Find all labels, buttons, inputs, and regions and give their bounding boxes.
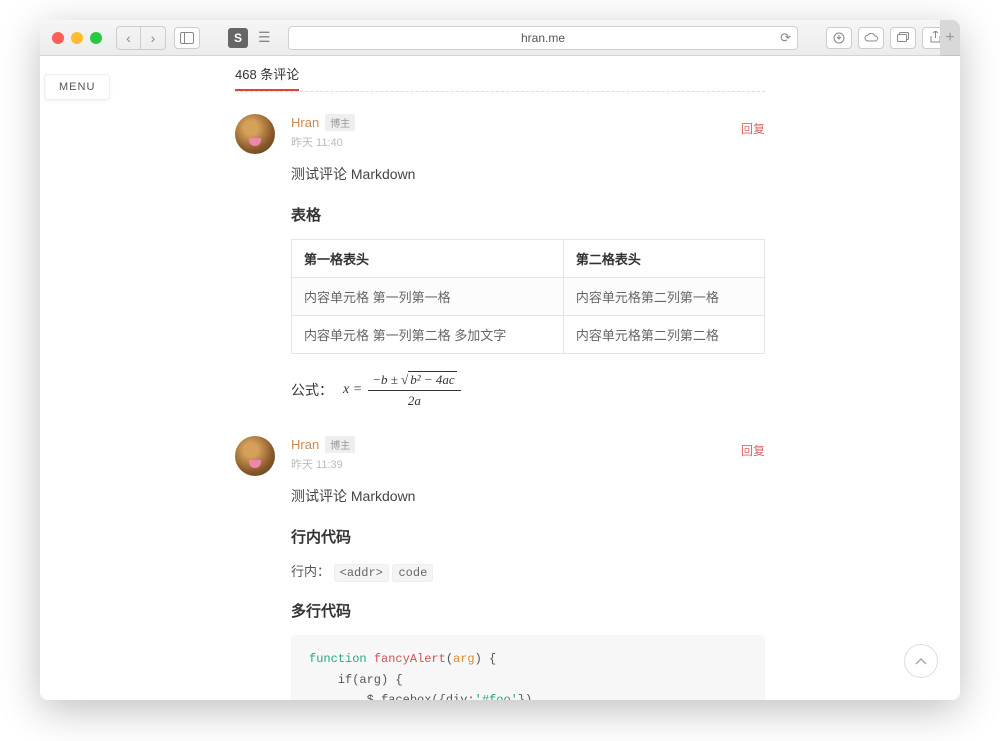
menu-button[interactable]: MENU [44, 74, 110, 100]
code-keyword: function [309, 652, 367, 666]
reader-mode-icon[interactable]: ☰ [258, 29, 278, 46]
section-title: 行内代码 [291, 526, 765, 547]
section-title: 表格 [291, 204, 765, 225]
code-arg: arg [453, 652, 475, 666]
window-minimize-button[interactable] [71, 32, 83, 44]
tabs-icon [897, 32, 910, 43]
comment: Hran 博主 回复 昨天 11:40 测试评论 Markdown 表格 第一格… [235, 114, 765, 408]
window-maximize-button[interactable] [90, 32, 102, 44]
formula-lhs: x = [343, 382, 362, 398]
code-string: '#foo' [475, 693, 518, 700]
formula-label: 公式： [291, 380, 333, 400]
downloads-button[interactable] [826, 27, 852, 49]
avatar[interactable] [235, 436, 275, 476]
download-icon [833, 32, 845, 44]
page-content: MENU 468 条评论 Hran 博主 回复 昨天 11:40 测试评论 Ma… [40, 56, 960, 700]
author-badge: 博主 [325, 114, 355, 131]
cloud-tabs-button[interactable] [858, 27, 884, 49]
comment-timestamp: 昨天 11:40 [291, 134, 765, 150]
comment-text: 测试评论 Markdown [291, 164, 765, 184]
formula-num-prefix: −b ± [372, 372, 401, 387]
table-cell: 内容单元格 第一列第二格 多加文字 [292, 316, 564, 354]
formula-sqrt: b² − 4ac [408, 371, 456, 387]
section-title: 多行代码 [291, 600, 765, 621]
back-button[interactable]: ‹ [117, 27, 141, 49]
code-text: $.facebox({div: [309, 693, 475, 700]
chevron-up-icon [915, 657, 927, 665]
code-text: if(arg) { [309, 673, 403, 687]
scroll-to-top-button[interactable] [904, 644, 938, 678]
sidebar-icon [180, 32, 194, 44]
cloud-icon [864, 33, 878, 43]
avatar[interactable] [235, 114, 275, 154]
comment-count: 468 条评论 [235, 64, 299, 91]
table-cell: 内容单元格第二列第一格 [563, 278, 764, 316]
window-close-button[interactable] [52, 32, 64, 44]
comment-author[interactable]: Hran [291, 437, 319, 452]
table-header: 第二格表头 [563, 240, 764, 278]
inline-code: code [392, 564, 433, 582]
reply-button[interactable]: 回复 [741, 120, 765, 137]
reload-icon[interactable]: ⟳ [780, 30, 791, 46]
comment-author[interactable]: Hran [291, 115, 319, 130]
author-badge: 博主 [325, 436, 355, 453]
reply-button[interactable]: 回复 [741, 442, 765, 459]
url-bar[interactable]: hran.me ⟳ [288, 26, 798, 50]
table-cell: 内容单元格 第一列第一格 [292, 278, 564, 316]
table-row: 第一格表头 第二格表头 [292, 240, 765, 278]
code-function: fancyAlert [374, 652, 446, 666]
table-row: 内容单元格 第一列第一格 内容单元格第二列第一格 [292, 278, 765, 316]
divider [235, 91, 765, 92]
comment-timestamp: 昨天 11:39 [291, 456, 765, 472]
inline-prefix: 行内： [291, 564, 330, 579]
tabs-button[interactable] [890, 27, 916, 49]
markdown-table: 第一格表头 第二格表头 内容单元格 第一列第一格 内容单元格第二列第一格 内容单… [291, 239, 765, 354]
formula-denominator: 2a [408, 391, 421, 409]
code-text: ) { [475, 652, 497, 666]
share-icon [930, 31, 941, 44]
browser-titlebar: ‹ › S ☰ hran.me ⟳ [40, 20, 960, 56]
table-header: 第一格表头 [292, 240, 564, 278]
comment: Hran 博主 回复 昨天 11:39 测试评论 Markdown 行内代码 行… [235, 436, 765, 700]
table-row: 内容单元格 第一列第二格 多加文字 内容单元格第二列第二格 [292, 316, 765, 354]
sidebar-toggle[interactable] [174, 27, 200, 49]
forward-button[interactable]: › [141, 27, 165, 49]
table-cell: 内容单元格第二列第二格 [563, 316, 764, 354]
new-tab-button[interactable]: + [940, 20, 960, 56]
inline-code-row: 行内： <addr> code [291, 561, 765, 580]
inline-code: <addr> [334, 564, 389, 582]
comment-text: 测试评论 Markdown [291, 486, 765, 506]
site-badge: S [228, 28, 248, 48]
code-block: function fancyAlert(arg) { if(arg) { $.f… [291, 635, 765, 700]
formula: 公式： x = −b ± √b² − 4ac 2a [291, 372, 765, 408]
code-text: }) [518, 693, 532, 700]
url-text: hran.me [521, 31, 565, 45]
